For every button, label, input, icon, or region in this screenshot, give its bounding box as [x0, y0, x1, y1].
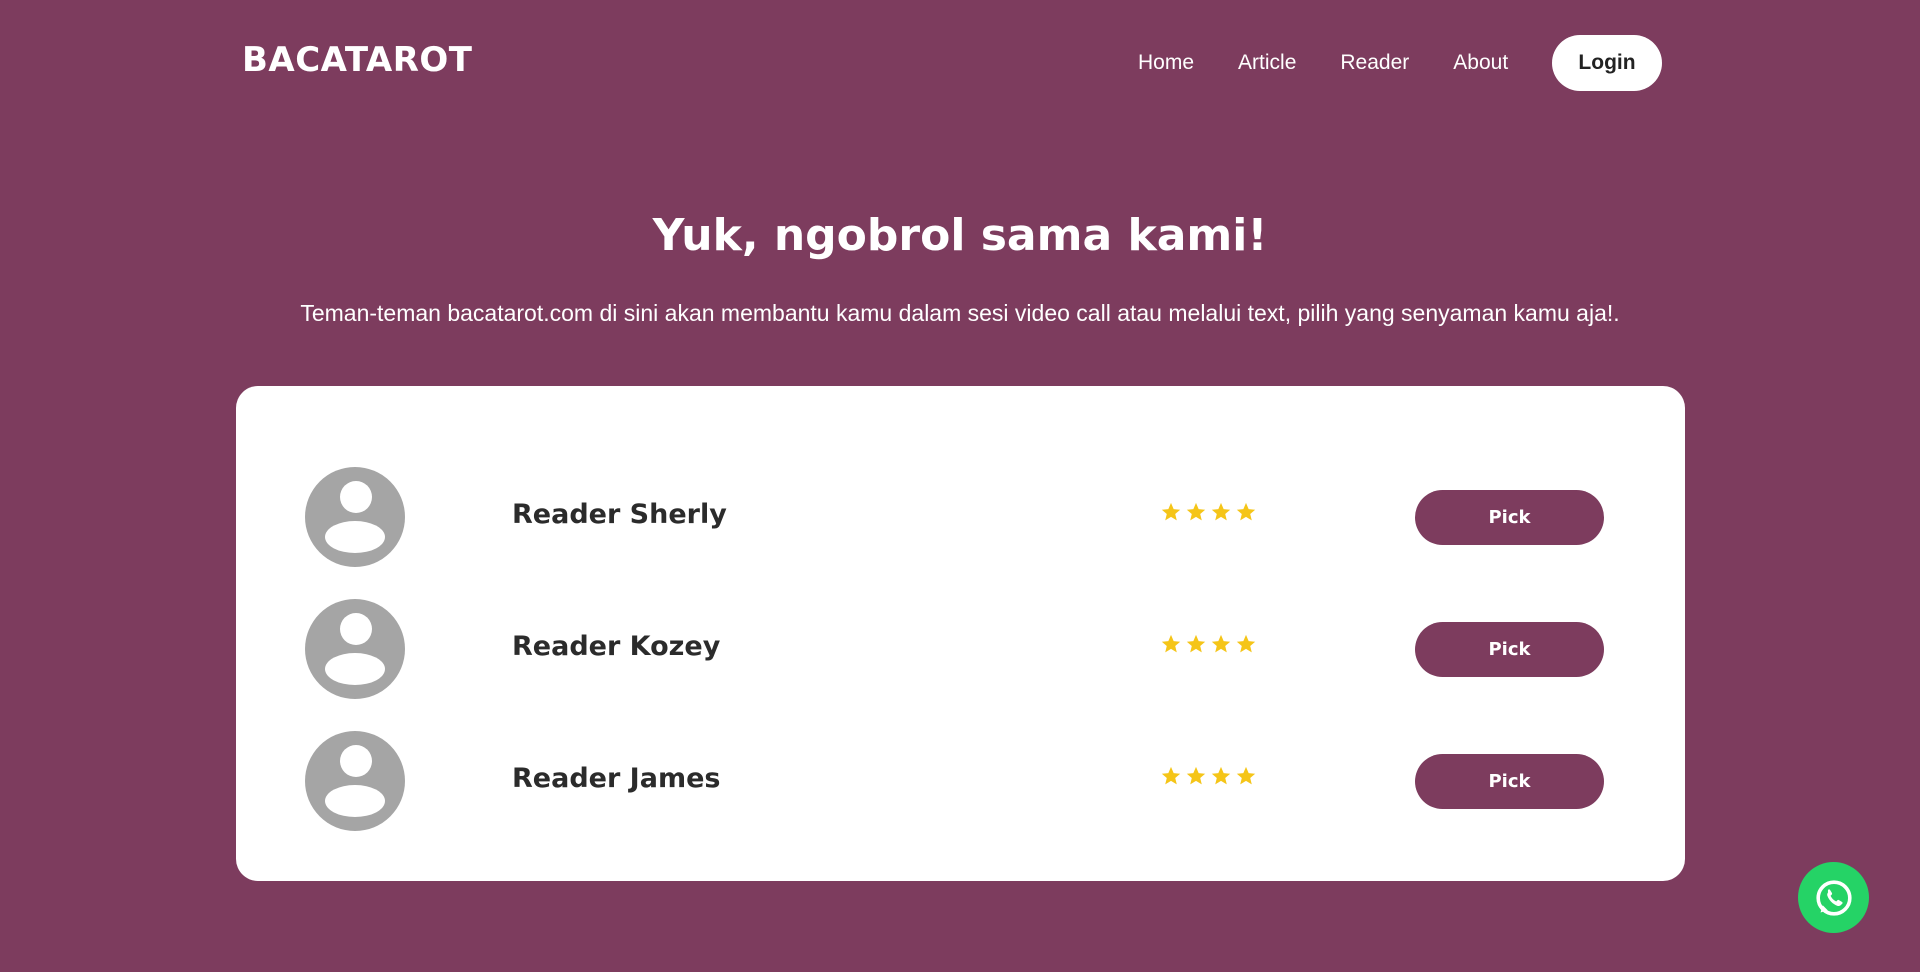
nav-link-home[interactable]: Home — [1138, 51, 1194, 75]
reader-name: Reader Kozey — [512, 631, 721, 662]
reader-rating — [1160, 633, 1260, 655]
reader-row: Reader James Pick — [236, 731, 1685, 831]
login-button[interactable]: Login — [1552, 35, 1662, 91]
reader-row: Reader Sherly Pick — [236, 467, 1685, 567]
star-icon — [1211, 766, 1231, 785]
star-icon — [1211, 502, 1231, 521]
page-title: Yuk, ngobrol sama kami! — [652, 210, 1268, 261]
navbar: BACATAROT Home Article Reader About Logi… — [0, 0, 1920, 124]
reader-rating — [1160, 765, 1260, 787]
nav-link-reader[interactable]: Reader — [1340, 51, 1409, 75]
pick-button[interactable]: Pick — [1415, 754, 1604, 809]
star-icon — [1186, 502, 1206, 521]
star-icon — [1236, 766, 1256, 785]
reader-list-card: Reader Sherly Pick Reader Kozey Pick Rea… — [236, 386, 1685, 881]
whatsapp-button[interactable] — [1798, 862, 1869, 933]
pick-button[interactable]: Pick — [1415, 490, 1604, 545]
nav-links: Home Article Reader About — [1138, 35, 1508, 91]
pick-button[interactable]: Pick — [1415, 622, 1604, 677]
star-icon — [1186, 766, 1206, 785]
star-icon — [1161, 766, 1181, 785]
reader-row: Reader Kozey Pick — [236, 599, 1685, 699]
star-icon — [1236, 634, 1256, 653]
user-avatar-icon — [305, 731, 405, 831]
star-icon — [1161, 502, 1181, 521]
user-avatar-icon — [305, 599, 405, 699]
reader-rating — [1160, 501, 1260, 523]
reader-name: Reader James — [512, 763, 721, 794]
nav-link-article[interactable]: Article — [1238, 51, 1296, 75]
star-icon — [1161, 634, 1181, 653]
brand-logo[interactable]: BACATAROT — [242, 40, 473, 80]
whatsapp-icon — [1815, 879, 1852, 916]
page: BACATAROT Home Article Reader About Logi… — [0, 0, 1920, 972]
star-icon — [1186, 634, 1206, 653]
nav-link-about[interactable]: About — [1453, 51, 1508, 75]
page-subtitle: Teman-teman bacatarot.com di sini akan m… — [300, 300, 1620, 326]
reader-name: Reader Sherly — [512, 499, 727, 530]
star-icon — [1211, 634, 1231, 653]
star-icon — [1236, 502, 1256, 521]
user-avatar-icon — [305, 467, 405, 567]
